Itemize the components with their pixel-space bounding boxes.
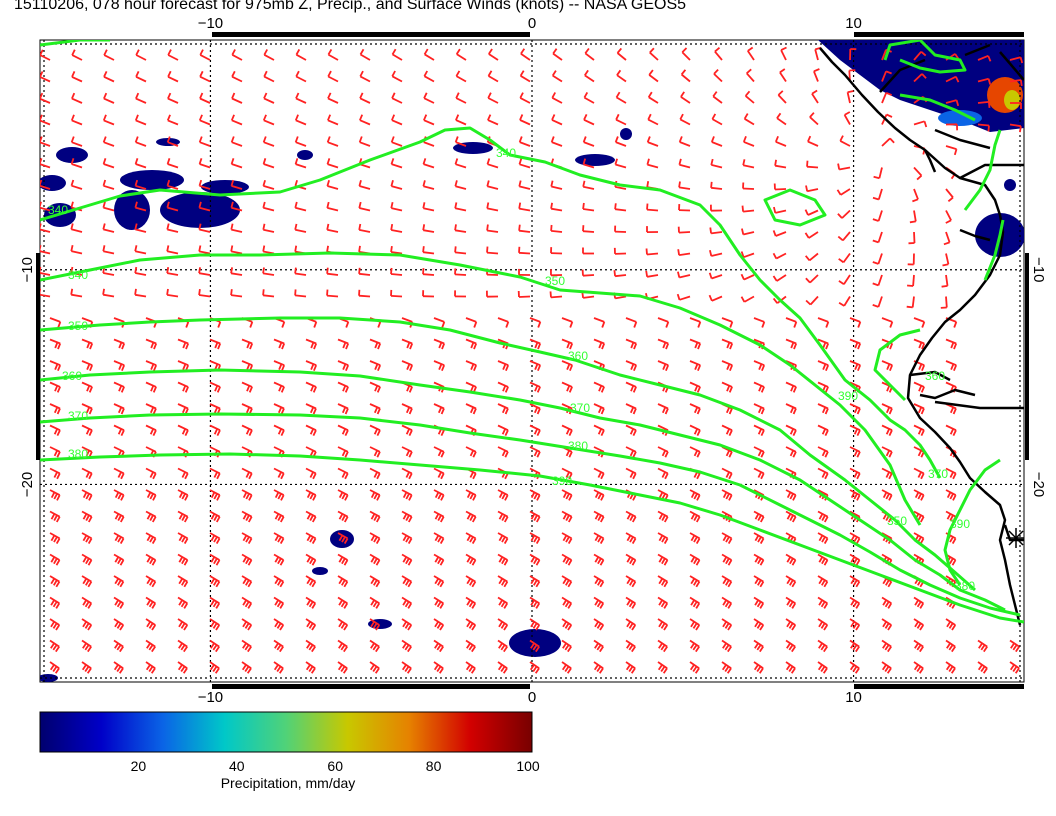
contour-label: 360 <box>568 349 588 363</box>
axis-bar-left <box>36 253 40 460</box>
axis-bar-right <box>1025 253 1029 460</box>
contour-label: 390 <box>552 474 572 488</box>
contour-label: 380 <box>955 579 975 593</box>
axis-bar-bottom <box>212 684 530 689</box>
axis-bar-top <box>212 32 530 37</box>
precip-area <box>160 192 240 228</box>
precip-area <box>1004 179 1016 191</box>
axis-bar-bottom <box>854 684 1024 689</box>
colorbar-ticks: 20 40 60 80 100 <box>131 758 540 774</box>
colorbar-label: Precipitation, mm/day <box>220 775 356 791</box>
precip-area <box>297 150 313 160</box>
axis-tick-label: −10 <box>198 15 223 32</box>
contour-label: 390 <box>838 389 858 403</box>
axis-tick-label: −10 <box>19 257 36 282</box>
precip-area <box>1004 90 1020 110</box>
axis-tick-label: 0 <box>528 689 536 706</box>
colorbar-tick-label: 80 <box>426 758 442 774</box>
station-marker <box>1006 528 1024 548</box>
colorbar-ramp <box>39 711 533 753</box>
colorbar-tick-label: 100 <box>516 758 540 774</box>
contour-label: 340 <box>68 268 88 282</box>
precip-area <box>201 180 249 194</box>
contour-label: 390 <box>950 517 970 531</box>
weather-map: 340 350 360 370 380 390 340 350 360 370 380 390 340 3… <box>19 15 1047 774</box>
contour-label: 350 <box>68 319 88 333</box>
contour-label: 350 <box>887 514 907 528</box>
precip-area <box>330 530 354 548</box>
axis-tick-label: 10 <box>845 689 862 706</box>
contour-label: 340 <box>48 203 68 217</box>
axis-tick-label: −20 <box>19 472 36 497</box>
contour-label: 350 <box>545 274 565 288</box>
axis-tick-label: −10 <box>1030 257 1047 282</box>
colorbar: 20 40 60 80 100 <box>39 711 540 774</box>
precip-area <box>40 175 66 191</box>
contour-label: 340 <box>496 146 516 160</box>
contour-label: 380 <box>68 447 88 461</box>
axis-bar-top <box>854 32 1024 37</box>
colorbar-tick-label: 60 <box>327 758 343 774</box>
precip-area <box>312 567 328 575</box>
axis-tick-label: −20 <box>1030 472 1047 497</box>
precip-area <box>575 154 615 166</box>
colorbar-tick-label: 20 <box>131 758 147 774</box>
precip-area <box>620 128 632 140</box>
contour-label: 360 <box>62 369 82 383</box>
contour-label: 370 <box>68 409 88 423</box>
axis-tick-label: −10 <box>198 689 223 706</box>
contour-label: 360 <box>925 369 945 383</box>
axis-tick-label: 10 <box>845 15 862 32</box>
contour-label: 370 <box>928 467 948 481</box>
axis-tick-label: 0 <box>528 15 536 32</box>
colorbar-tick-label: 40 <box>229 758 245 774</box>
contour-label: 380 <box>568 439 588 453</box>
contour-label: 370 <box>570 401 590 415</box>
